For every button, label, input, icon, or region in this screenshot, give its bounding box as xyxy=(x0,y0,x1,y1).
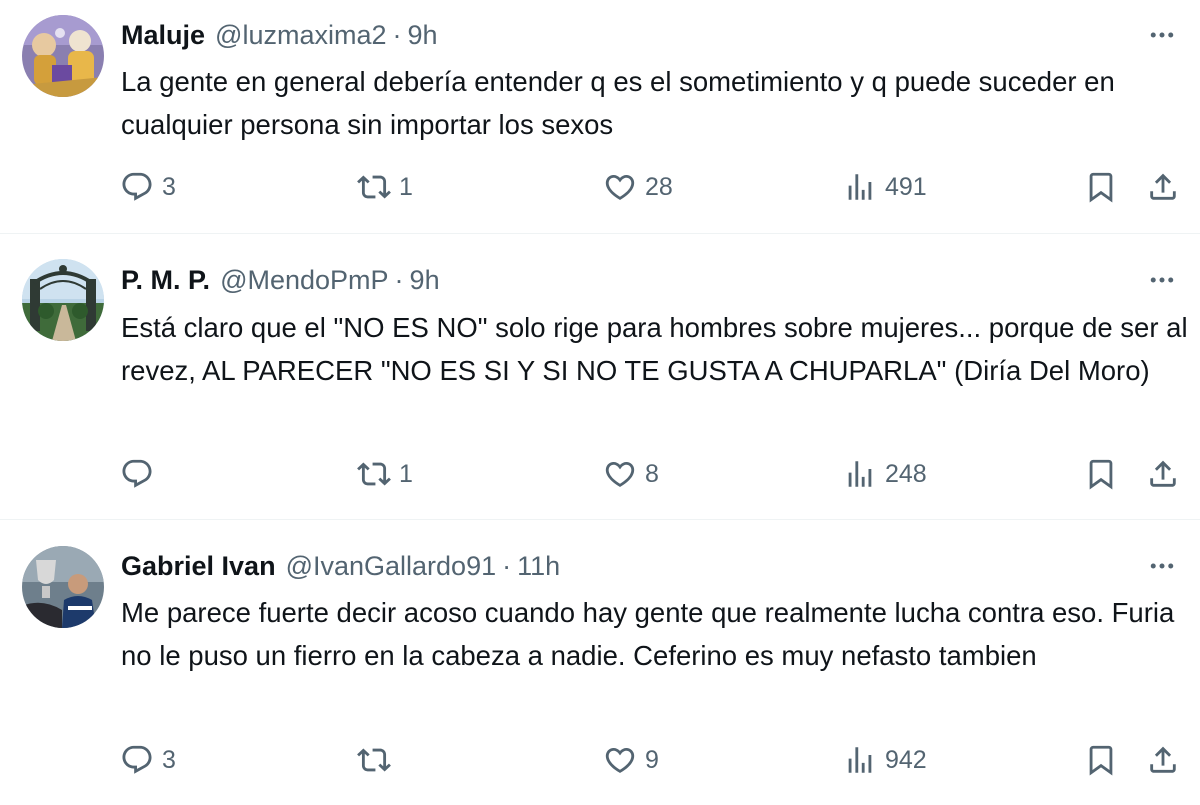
timestamp[interactable]: 9h xyxy=(410,265,440,296)
retweet-count: 1 xyxy=(399,172,413,201)
trophy-player-avatar-icon xyxy=(22,546,104,628)
separator-dot: · xyxy=(394,264,404,295)
avatar[interactable] xyxy=(22,259,104,341)
tweet-actions: 3 9 942 xyxy=(0,738,1200,782)
display-name[interactable]: Gabriel Ivan xyxy=(121,551,276,582)
views-count: 942 xyxy=(885,745,927,774)
more-icon xyxy=(1150,277,1174,283)
heart-icon xyxy=(605,174,635,200)
heart-icon xyxy=(605,461,635,487)
reply-count: 3 xyxy=(162,172,176,201)
share-button[interactable] xyxy=(1146,452,1180,496)
tweet-text: La gente en general debería entender q e… xyxy=(121,66,1115,140)
tweet-header: P. M. P. @MendoPmP · 9h xyxy=(121,260,440,300)
reply-button[interactable]: 3 xyxy=(120,738,176,782)
tweet-actions: 1 8 248 xyxy=(0,452,1200,496)
user-handle[interactable]: @MendoPmP xyxy=(220,265,388,296)
reply-count: 3 xyxy=(162,745,176,774)
tweet-text: Está claro que el "NO ES NO" solo rige p… xyxy=(121,312,1188,386)
more-icon xyxy=(1150,32,1174,38)
views-icon xyxy=(848,174,872,200)
retweet-button[interactable]: 1 xyxy=(357,452,413,496)
tweet-header: Maluje @luzmaxima2 · 9h xyxy=(121,15,438,55)
tweet[interactable]: Gabriel Ivan @IvanGallardo91 · 11h Me pa… xyxy=(0,520,1200,805)
views-button[interactable]: 248 xyxy=(843,452,927,496)
reply-icon xyxy=(122,172,152,201)
views-icon xyxy=(848,461,872,487)
retweet-icon xyxy=(357,748,391,772)
views-button[interactable]: 491 xyxy=(843,165,927,209)
reply-feed: Maluje @luzmaxima2 · 9h La gente en gene… xyxy=(0,0,1200,805)
user-handle[interactable]: @luzmaxima2 xyxy=(215,20,386,51)
reply-button[interactable] xyxy=(120,452,162,496)
more-button[interactable] xyxy=(1142,546,1182,586)
colorful-figures-avatar-icon xyxy=(22,15,104,97)
heart-icon xyxy=(605,747,635,773)
views-button[interactable]: 942 xyxy=(843,738,927,782)
display-name[interactable]: Maluje xyxy=(121,20,205,51)
like-button[interactable]: 8 xyxy=(603,452,659,496)
more-button[interactable] xyxy=(1142,260,1182,300)
bookmark-icon xyxy=(1089,172,1113,203)
views-icon xyxy=(848,747,872,773)
bookmark-icon xyxy=(1089,745,1113,776)
tweet-header: Gabriel Ivan @IvanGallardo91 · 11h xyxy=(121,546,560,586)
more-button[interactable] xyxy=(1142,15,1182,55)
share-icon xyxy=(1150,460,1176,487)
reply-button[interactable]: 3 xyxy=(120,165,176,209)
more-icon xyxy=(1150,563,1174,569)
park-gate-avatar-icon xyxy=(22,259,104,341)
retweet-icon xyxy=(357,462,391,486)
display-name[interactable]: P. M. P. xyxy=(121,265,210,296)
views-count: 491 xyxy=(885,172,927,201)
like-button[interactable]: 9 xyxy=(603,738,659,782)
avatar[interactable] xyxy=(22,546,104,628)
share-icon xyxy=(1150,746,1176,773)
bookmark-button[interactable] xyxy=(1084,452,1118,496)
bookmark-button[interactable] xyxy=(1084,738,1118,782)
reply-icon xyxy=(122,459,152,488)
like-count: 8 xyxy=(645,459,659,488)
reply-icon xyxy=(122,745,152,774)
retweet-count: 1 xyxy=(399,459,413,488)
user-handle[interactable]: @IvanGallardo91 xyxy=(286,551,497,582)
share-icon xyxy=(1150,173,1176,200)
views-count: 248 xyxy=(885,459,927,488)
retweet-button[interactable] xyxy=(357,738,399,782)
like-count: 28 xyxy=(645,172,673,201)
like-button[interactable]: 28 xyxy=(603,165,673,209)
avatar[interactable] xyxy=(22,15,104,97)
retweet-icon xyxy=(357,175,391,199)
separator-dot: · xyxy=(392,19,402,50)
tweet-text: Me parece fuerte decir acoso cuando hay … xyxy=(121,597,1175,671)
tweet-actions: 3 1 28 491 xyxy=(0,165,1200,209)
bookmark-icon xyxy=(1089,459,1113,490)
like-count: 9 xyxy=(645,745,659,774)
tweet[interactable]: P. M. P. @MendoPmP · 9h Está claro que e… xyxy=(0,234,1200,520)
timestamp[interactable]: 11h xyxy=(517,551,560,582)
share-button[interactable] xyxy=(1146,738,1180,782)
separator-dot: · xyxy=(502,550,512,581)
share-button[interactable] xyxy=(1146,165,1180,209)
timestamp[interactable]: 9h xyxy=(407,20,437,51)
bookmark-button[interactable] xyxy=(1084,165,1118,209)
tweet[interactable]: Maluje @luzmaxima2 · 9h La gente en gene… xyxy=(0,0,1200,234)
retweet-button[interactable]: 1 xyxy=(357,165,413,209)
